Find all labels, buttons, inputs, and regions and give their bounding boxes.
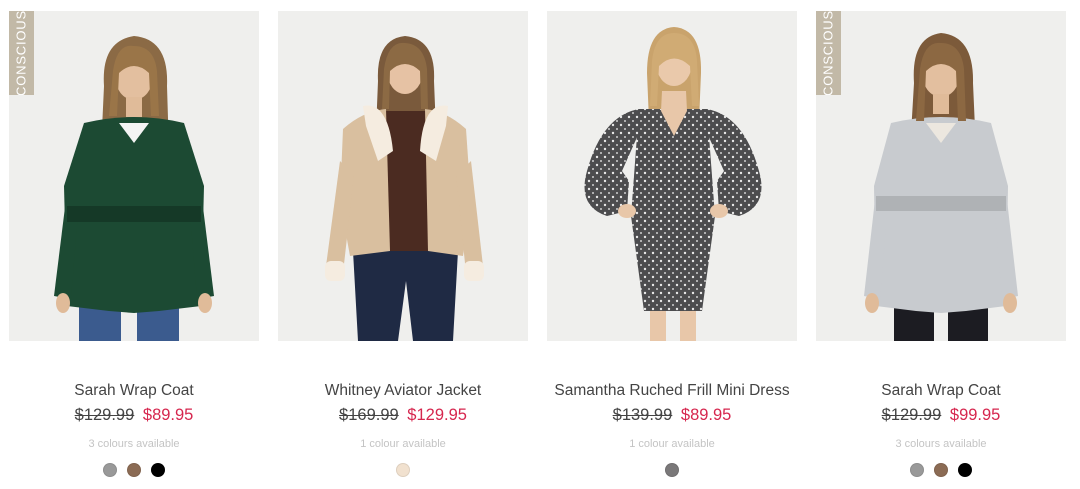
model-photo — [9, 11, 259, 341]
conscious-badge: CONSCIOUS — [9, 11, 34, 95]
price-row: $129.99 $99.95 — [816, 405, 1066, 425]
model-photo — [816, 11, 1066, 341]
colour-swatch-charcoal[interactable] — [665, 463, 679, 477]
colour-swatch-cream[interactable] — [396, 463, 410, 477]
price-row: $139.99 $89.95 — [547, 405, 797, 425]
product-name-link[interactable]: Samantha Ruched Frill Mini Dress — [547, 381, 797, 401]
original-price: $129.99 — [881, 406, 942, 424]
original-price: $129.99 — [74, 406, 135, 424]
product-name-link[interactable]: Sarah Wrap Coat — [9, 381, 259, 401]
product-card: CONSCIOUS Sarah Wrap Coat $129.99 $99.95… — [816, 11, 1066, 489]
product-card: Whitney Aviator Jacket $169.99 $129.95 1… — [278, 11, 528, 489]
colours-available: 1 colour available — [360, 438, 446, 450]
product-card: Samantha Ruched Frill Mini Dress $139.99… — [547, 11, 797, 489]
original-price: $139.99 — [612, 406, 673, 424]
colour-swatch-grey[interactable] — [910, 463, 924, 477]
sale-price: $89.95 — [142, 406, 194, 424]
price-row: $129.99 $89.95 — [9, 405, 259, 425]
original-price: $169.99 — [339, 406, 399, 424]
sale-price: $89.95 — [680, 406, 732, 424]
sale-price: $129.95 — [407, 406, 467, 424]
colour-swatches — [547, 463, 797, 477]
product-image[interactable] — [278, 11, 528, 341]
sale-price: $99.95 — [949, 406, 1001, 424]
colour-swatch-black[interactable] — [151, 463, 165, 477]
product-info: Sarah Wrap Coat $129.99 $99.95 3 colours… — [816, 381, 1066, 477]
colour-swatches — [9, 463, 259, 477]
product-info: Sarah Wrap Coat $129.99 $89.95 3 colours… — [9, 381, 259, 477]
product-name-link[interactable]: Sarah Wrap Coat — [816, 381, 1066, 401]
badge-label: CONSCIOUS — [13, 11, 29, 95]
colour-swatch-brown[interactable] — [127, 463, 141, 477]
badge-label: CONSCIOUS — [820, 11, 836, 95]
product-name-link[interactable]: Whitney Aviator Jacket — [278, 381, 528, 401]
model-photo — [278, 11, 528, 341]
product-info: Samantha Ruched Frill Mini Dress $139.99… — [547, 381, 797, 477]
price-row: $169.99 $129.95 — [278, 405, 528, 425]
colours-available: 1 colour available — [629, 438, 715, 450]
product-image[interactable]: CONSCIOUS — [9, 11, 259, 341]
product-image[interactable] — [547, 11, 797, 341]
model-photo — [547, 11, 797, 341]
colour-swatch-grey[interactable] — [103, 463, 117, 477]
product-info: Whitney Aviator Jacket $169.99 $129.95 1… — [278, 381, 528, 477]
colours-available: 3 colours available — [88, 438, 180, 450]
product-card: CONSCIOUS Sarah Wrap Coat $129.99 $89.95… — [9, 11, 259, 489]
colour-swatches — [816, 463, 1066, 477]
colour-swatch-black[interactable] — [958, 463, 972, 477]
product-image[interactable]: CONSCIOUS — [816, 11, 1066, 341]
colour-swatches — [278, 463, 528, 477]
conscious-badge: CONSCIOUS — [816, 11, 841, 95]
colours-available: 3 colours available — [895, 438, 987, 450]
colour-swatch-brown[interactable] — [934, 463, 948, 477]
product-grid: CONSCIOUS Sarah Wrap Coat $129.99 $89.95… — [0, 0, 1080, 489]
